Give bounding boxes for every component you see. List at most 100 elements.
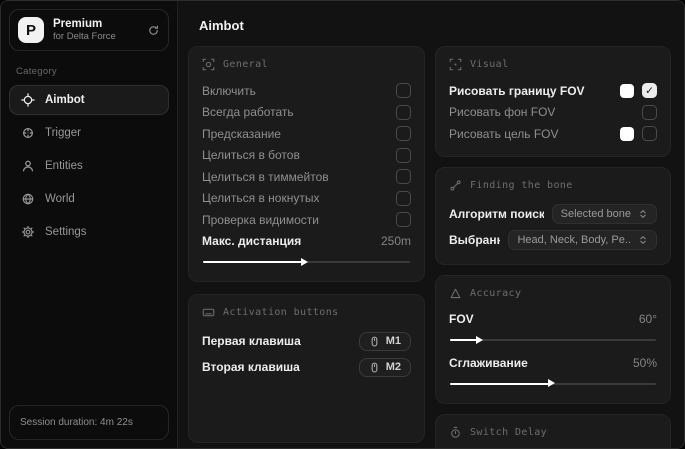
switch-delay-toggle-row: Задержка переключения	[449, 448, 657, 449]
bone-label: Алгоритм поиска костей	[449, 206, 544, 221]
mouse-icon	[369, 362, 380, 373]
panel-finding-bone: Finding the bone Алгоритм поиска костей …	[435, 166, 671, 265]
panel-accuracy-header: Accuracy	[449, 287, 657, 300]
setting-label: Включить	[202, 83, 256, 98]
sidebar-item-label: Entities	[45, 160, 83, 172]
globe-icon	[21, 192, 35, 206]
select-value: Selected bone	[560, 207, 631, 220]
setting-row-target-bots: Целиться в ботов	[202, 145, 411, 167]
keybind-button-m2[interactable]: M2	[358, 357, 411, 377]
sidebar-item-label: Settings	[45, 226, 87, 238]
column-left: General Включить Всегда работать Предска…	[188, 46, 425, 448]
setting-label: Целиться в ботов	[202, 148, 300, 163]
max-distance-value: 250m	[380, 234, 411, 249]
brand-text: Premium for Delta Force	[53, 18, 138, 42]
checkbox[interactable]	[642, 126, 657, 142]
triangle-icon	[449, 287, 462, 300]
setting-row-visibility-check: Проверка видимости	[202, 209, 411, 231]
select-value: Head, Neck, Body, Pe..	[517, 233, 631, 246]
sidebar-item-trigger[interactable]: Trigger	[9, 118, 169, 148]
smoothing-slider[interactable]	[450, 379, 656, 387]
sidebar-item-world[interactable]: World	[9, 184, 169, 214]
visual-controls	[620, 83, 657, 99]
panel-title: Activation buttons	[223, 307, 339, 318]
checkbox[interactable]	[396, 147, 411, 163]
setting-label: Всегда работать	[202, 105, 294, 120]
smoothing-label: Сглаживание	[449, 355, 528, 370]
fov-slider[interactable]	[450, 335, 656, 344]
max-distance-slider[interactable]	[203, 257, 410, 266]
setting-row-target-teammates: Целиться в тиммейтов	[202, 166, 411, 188]
sidebar-item-entities[interactable]: Entities	[9, 151, 169, 181]
keyboard-icon	[202, 306, 215, 319]
setting-row-always-work: Всегда работать	[202, 102, 411, 124]
panel-title: Switch Delay	[470, 426, 548, 438]
fov-row: FOV 60°	[449, 309, 657, 331]
visual-controls	[620, 126, 657, 142]
sidebar-item-label: Aimbot	[45, 94, 85, 106]
checkbox[interactable]	[396, 169, 411, 185]
setting-row-prediction: Предсказание	[202, 123, 411, 145]
color-swatch[interactable]	[620, 83, 634, 98]
keybind-label: Первая клавиша	[202, 334, 301, 348]
brand-subtitle: for Delta Force	[53, 31, 116, 42]
checkbox[interactable]	[642, 104, 657, 120]
bone-row-selected: Выбранные кости Head, Neck, Body, Pe..	[449, 227, 657, 253]
checkbox[interactable]	[396, 212, 411, 228]
crosshair-icon	[21, 93, 35, 107]
smoothing-row: Сглаживание 50%	[449, 352, 657, 374]
panel-columns: General Включить Всегда работать Предска…	[188, 46, 671, 448]
main-content: Aimbot General Включить Всегда работать …	[177, 1, 684, 448]
refresh-icon[interactable]	[147, 24, 160, 37]
brand-title: Premium	[53, 18, 103, 30]
panel-title: Visual	[470, 59, 509, 70]
setting-row-target-knocked: Целиться в нокнутых	[202, 188, 411, 210]
keybind-row-secondary: Вторая клавиша M2	[202, 354, 411, 380]
checkbox[interactable]	[396, 83, 411, 99]
sidebar-item-label: World	[45, 193, 75, 205]
trigger-icon	[21, 126, 35, 140]
keybind-row-primary: Первая клавиша M1	[202, 328, 411, 354]
timer-icon	[449, 426, 462, 439]
panel-activation-header: Activation buttons	[202, 306, 411, 319]
gear-icon	[21, 225, 35, 239]
setting-label: Целиться в нокнутых	[202, 191, 320, 206]
fov-label: FOV	[449, 312, 474, 327]
fov-box-icon	[449, 58, 462, 71]
keybind-button-m1[interactable]: M1	[358, 331, 411, 351]
panel-switch-delay: Switch Delay Задержка переключения Задер…	[435, 413, 671, 449]
setting-label: Целиться в тиммейтов	[202, 169, 329, 184]
chevron-up-down-icon	[638, 235, 648, 245]
app-window: P Premium for Delta Force Category Aimbo…	[0, 0, 685, 449]
keybind-value: M1	[385, 335, 401, 347]
checkbox[interactable]	[396, 190, 411, 206]
panel-visual-header: Visual	[449, 58, 657, 71]
panel-general: General Включить Всегда работать Предска…	[188, 46, 425, 282]
visual-row-fov-target: Рисовать цель FOV	[449, 123, 657, 145]
setting-label: Проверка видимости	[202, 212, 319, 227]
app-logo: P	[18, 17, 44, 43]
max-distance-label: Макс. дистанция	[202, 234, 302, 249]
panel-activation-buttons: Activation buttons Первая клавиша M1 Вто…	[188, 294, 425, 443]
max-distance-row: Макс. дистанция 250m	[202, 231, 411, 253]
category-label: Category	[16, 66, 57, 77]
keybind-label: Вторая клавиша	[202, 360, 300, 374]
checkbox[interactable]	[396, 104, 411, 120]
sidebar-item-settings[interactable]: Settings	[9, 217, 169, 247]
sidebar-item-aimbot[interactable]: Aimbot	[9, 85, 169, 115]
slider-fill	[450, 335, 483, 344]
panel-title: Accuracy	[470, 287, 522, 299]
checkbox[interactable]	[642, 83, 657, 99]
checkbox[interactable]	[396, 126, 411, 142]
column-right: Visual Рисовать границу FOV Рисовать фон…	[435, 46, 671, 448]
visual-label: Рисовать границу FOV	[449, 83, 585, 98]
color-swatch[interactable]	[620, 126, 634, 141]
visual-controls	[642, 104, 657, 120]
crosshair-box-icon	[202, 58, 215, 71]
bone-label: Выбранные кости	[449, 232, 500, 247]
brand-card: P Premium for Delta Force	[9, 9, 169, 51]
visual-label: Рисовать цель FOV	[449, 126, 559, 141]
bone-algorithm-select[interactable]: Selected bone	[551, 203, 657, 224]
selected-bones-select[interactable]: Head, Neck, Body, Pe..	[508, 229, 657, 250]
visual-row-fov-border: Рисовать границу FOV	[449, 80, 657, 102]
